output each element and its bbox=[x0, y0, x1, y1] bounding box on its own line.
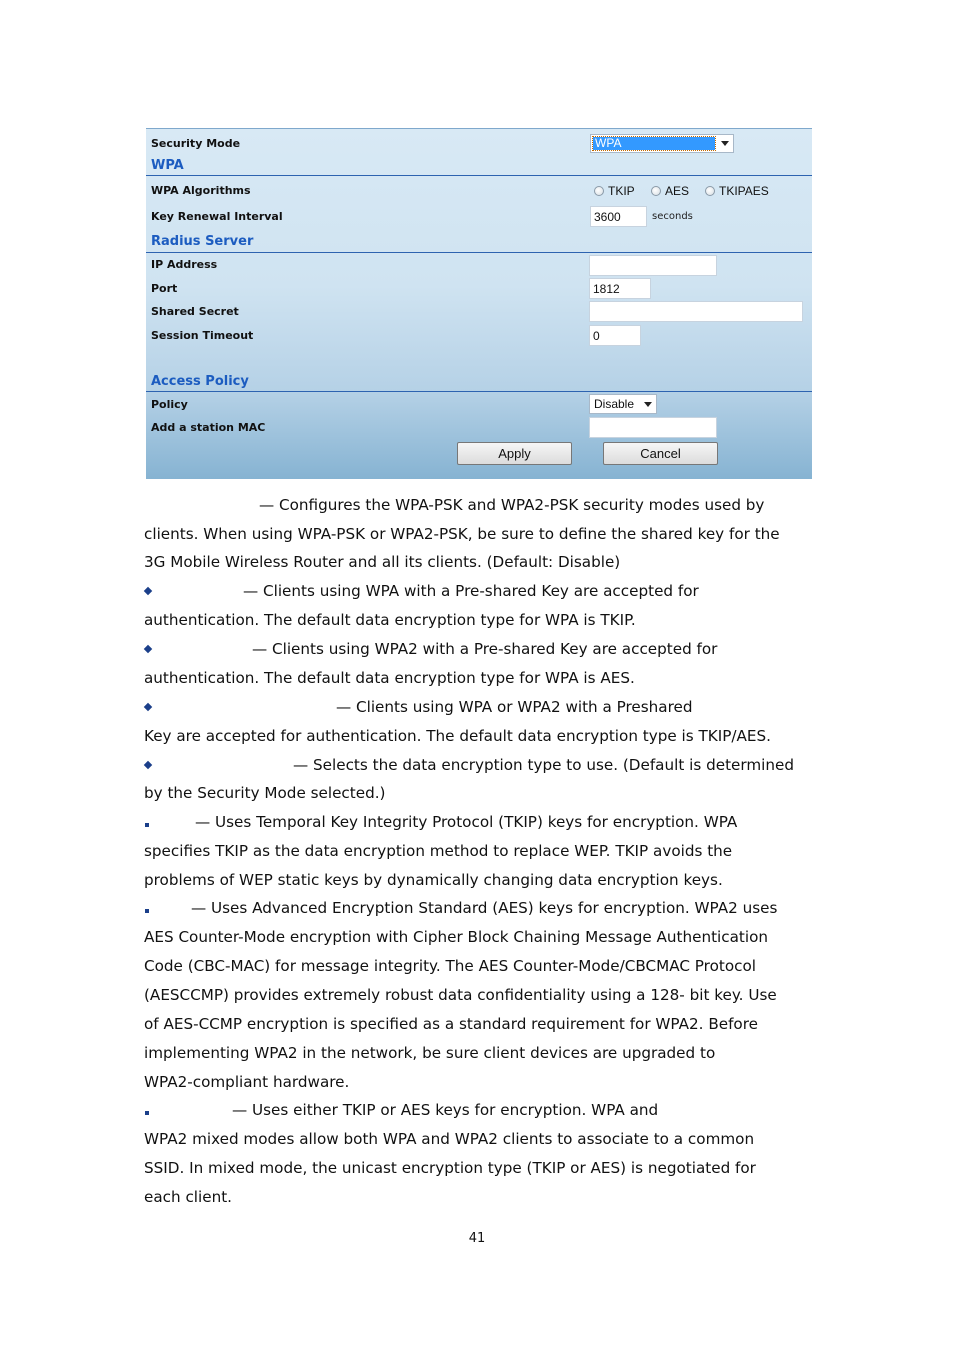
aes-line-2: AES Counter-Mode encryption with Cipher … bbox=[144, 928, 769, 946]
divider bbox=[146, 175, 812, 176]
aes-line-5: of AES-CCMP encryption is specified as a… bbox=[144, 1015, 758, 1033]
shared-secret-input[interactable] bbox=[589, 301, 803, 322]
policy-value: Disable bbox=[594, 397, 635, 411]
intro-line-1: — Configures the WPA-PSK and WPA2-PSK se… bbox=[259, 496, 765, 514]
radio-aes-label: AES bbox=[665, 184, 690, 198]
bullet-square-icon bbox=[145, 1111, 149, 1115]
tkip-line-1: — Uses Temporal Key Integrity Protocol (… bbox=[195, 813, 738, 831]
aes-line-6: implementing WPA2 in the network, be sur… bbox=[144, 1044, 716, 1062]
station-mac-label: Add a station MAC bbox=[151, 421, 266, 434]
apply-button[interactable]: Apply bbox=[457, 442, 572, 465]
security-mode-label: Security Mode bbox=[151, 137, 241, 150]
chevron-down-icon bbox=[721, 141, 729, 146]
shared-secret-label: Shared Secret bbox=[151, 305, 239, 318]
station-mac-input[interactable] bbox=[589, 417, 717, 438]
wireless-security-form: Security Mode WPA WPA WPA Algorithms TKI… bbox=[146, 128, 812, 479]
section-access-policy: Access Policy bbox=[151, 374, 249, 389]
wpa-psk-line-1: — Clients using WPA with a Pre-shared Ke… bbox=[243, 582, 699, 600]
radio-button-icon[interactable] bbox=[651, 186, 661, 196]
radio-tkip[interactable]: TKIP bbox=[594, 184, 635, 198]
security-mode-value: WPA bbox=[592, 136, 716, 151]
algorithms-line-2: by the Security Mode selected.) bbox=[144, 784, 386, 802]
intro-line-3: 3G Mobile Wireless Router and all its cl… bbox=[144, 553, 621, 571]
key-renewal-label: Key Renewal Interval bbox=[151, 210, 283, 223]
bullet-diamond-icon bbox=[143, 586, 153, 596]
wpa2-psk-line-1: — Clients using WPA2 with a Pre-shared K… bbox=[252, 640, 718, 658]
tkipaes-line-4: each client. bbox=[144, 1188, 232, 1206]
radio-button-icon[interactable] bbox=[705, 186, 715, 196]
radio-tkipaes[interactable]: TKIPAES bbox=[705, 184, 769, 198]
tkipaes-line-1: — Uses either TKIP or AES keys for encry… bbox=[232, 1101, 659, 1119]
bullet-diamond-icon bbox=[143, 644, 153, 654]
radio-tkipaes-label: TKIPAES bbox=[719, 184, 769, 198]
port-input[interactable]: 1812 bbox=[589, 278, 651, 299]
page-number: 41 bbox=[468, 1231, 486, 1246]
algorithms-line-1: — Selects the data encryption type to us… bbox=[293, 756, 794, 774]
aes-line-3: Code (CBC-MAC) for message integrity. Th… bbox=[144, 957, 756, 975]
tkipaes-line-3: SSID. In mixed mode, the unicast encrypt… bbox=[144, 1159, 756, 1177]
aes-line-1: — Uses Advanced Encryption Standard (AES… bbox=[191, 899, 778, 917]
ip-address-input[interactable] bbox=[589, 255, 717, 276]
policy-select[interactable]: Disable bbox=[589, 394, 657, 414]
bullet-square-icon bbox=[145, 909, 149, 913]
cancel-button[interactable]: Cancel bbox=[603, 442, 718, 465]
bullet-diamond-icon bbox=[143, 760, 153, 770]
radio-button-icon[interactable] bbox=[594, 186, 604, 196]
divider bbox=[146, 391, 812, 392]
intro-line-2: clients. When using WPA-PSK or WPA2-PSK,… bbox=[144, 525, 780, 543]
bullet-square-icon bbox=[145, 823, 149, 827]
wpa-wpa2-psk-line-2: Key are accepted for authentication. The… bbox=[144, 727, 771, 745]
tkipaes-line-2: WPA2 mixed modes allow both WPA and WPA2… bbox=[144, 1130, 755, 1148]
tkip-line-3: problems of WEP static keys by dynamical… bbox=[144, 871, 723, 889]
radio-aes[interactable]: AES bbox=[651, 184, 689, 198]
wpa2-psk-line-2: authentication. The default data encrypt… bbox=[144, 669, 635, 687]
aes-line-4: (AESCCMP) provides extremely robust data… bbox=[144, 986, 777, 1004]
wpa-algorithms-label: WPA Algorithms bbox=[151, 184, 251, 197]
bullet-diamond-icon bbox=[143, 702, 153, 712]
ip-address-label: IP Address bbox=[151, 258, 218, 271]
wpa-psk-line-2: authentication. The default data encrypt… bbox=[144, 611, 636, 629]
policy-label: Policy bbox=[151, 398, 188, 411]
section-radius-server: Radius Server bbox=[151, 234, 254, 249]
wpa-wpa2-psk-line-1: — Clients using WPA or WPA2 with a Presh… bbox=[336, 698, 693, 716]
session-timeout-label: Session Timeout bbox=[151, 329, 254, 342]
radio-tkip-label: TKIP bbox=[608, 184, 635, 198]
key-renewal-input[interactable]: 3600 bbox=[590, 206, 647, 227]
section-wpa: WPA bbox=[151, 158, 184, 173]
session-timeout-input[interactable]: 0 bbox=[589, 325, 641, 346]
tkip-line-2: specifies TKIP as the data encryption me… bbox=[144, 842, 733, 860]
chevron-down-icon bbox=[644, 402, 652, 407]
security-mode-select[interactable]: WPA bbox=[590, 134, 734, 153]
aes-line-7: WPA2-compliant hardware. bbox=[144, 1073, 350, 1091]
port-label: Port bbox=[151, 282, 178, 295]
seconds-unit: seconds bbox=[652, 211, 693, 222]
divider bbox=[146, 252, 812, 253]
